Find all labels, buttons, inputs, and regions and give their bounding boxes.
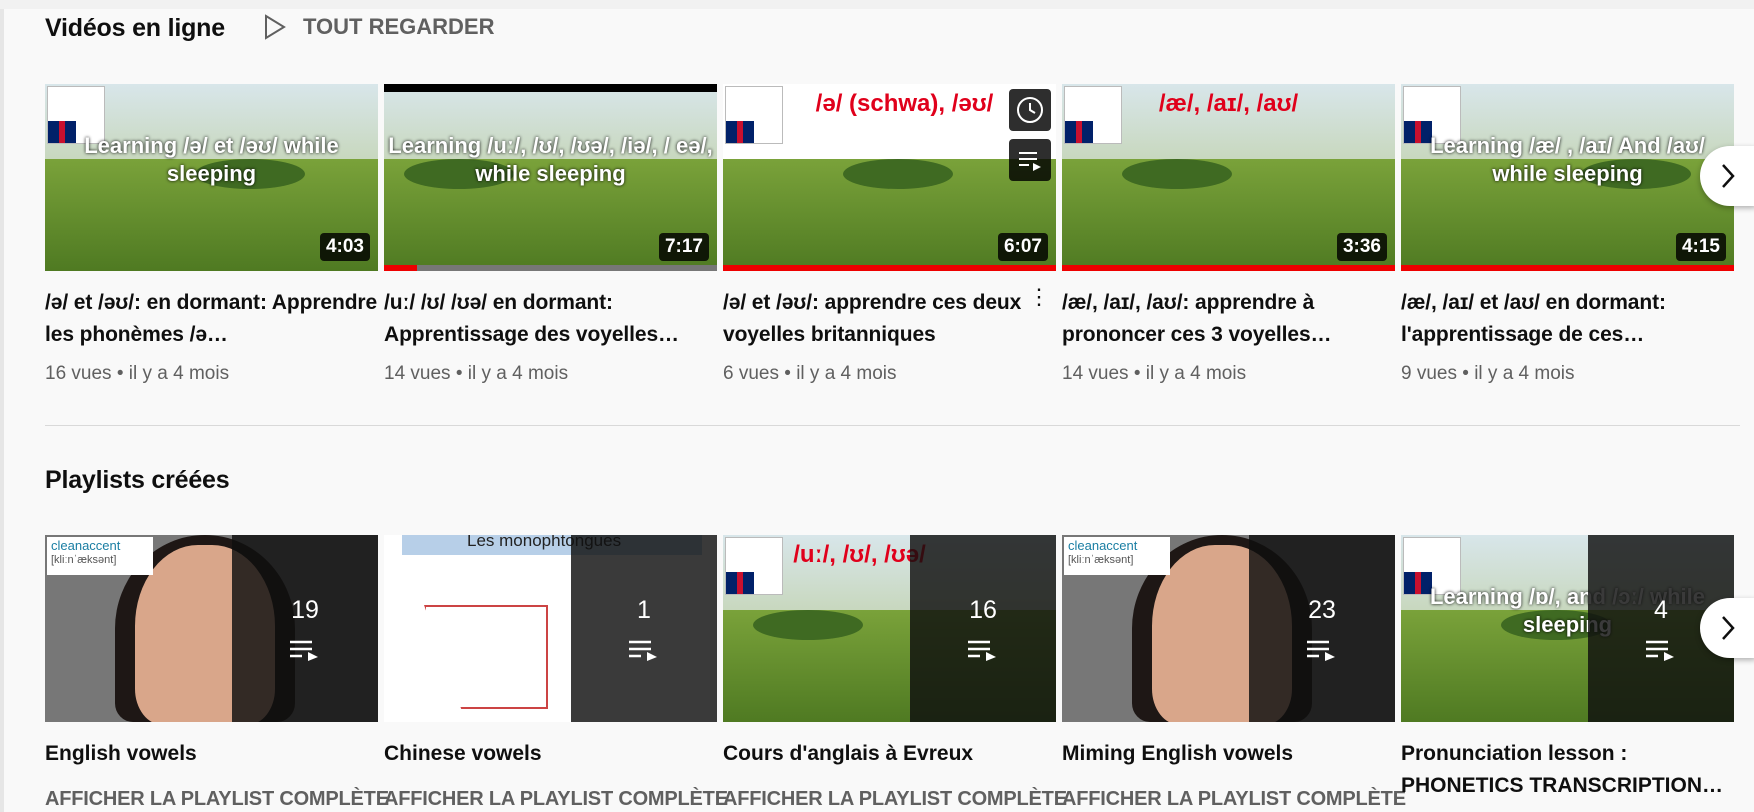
video-meta: 14 vues • il y a 4 mois [1062,363,1247,384]
section-divider [45,425,1740,426]
video-meta: 9 vues • il y a 4 mois [1401,363,1575,384]
playlist-video-count: 4 [1654,596,1668,624]
add-to-queue-button[interactable] [1009,139,1051,181]
watch-progress-bar [1062,265,1395,271]
playlist-play-icon [629,640,657,661]
thumbnail-caption: Learning /æ/ , /aɪ/ And /aʊ/ while sleep… [1430,133,1705,186]
video-title[interactable]: /æ/, /aɪ/, /aʊ/: apprendre à prononcer c… [1062,287,1395,351]
video-meta: 16 vues • il y a 4 mois [45,363,230,384]
playlist-card[interactable]: cleanaccent [kliːnˈæksənt] 19 English vow… [45,535,389,812]
videos-row: Learning /ə/ et /əʊ/ while sleeping 4:03… [45,84,1740,385]
playlist-count-overlay: 23 [1249,535,1395,722]
playlist-video-count: 16 [969,596,997,624]
playlist-thumbnail[interactable]: Les monophtongues 1 [384,535,717,722]
playlists-next-button[interactable] [1700,598,1754,658]
video-thumbnail[interactable]: /æ/, /aɪ/, /aʊ/ 3:36 [1062,84,1395,271]
video-meta: 14 vues • il y a 4 mois [384,363,569,384]
duration-badge: 4:15 [1675,233,1726,261]
video-card[interactable]: Learning /uː/, /ʊ/, /ʊə/, /iə/, / eə/, w… [384,84,717,385]
watch-progress-bar [384,265,717,271]
video-title[interactable]: /uː/ /ʊ/ /ʊə/ en dormant: Apprentissage … [384,287,717,351]
watch-progress-bar [723,265,1056,271]
view-full-playlist-link[interactable]: AFFICHER LA PLAYLIST COMPLÈTE [384,788,728,811]
playlist-thumbnail[interactable]: /uː/, /ʊ/, /ʊə/ 16 [723,535,1056,722]
playlist-play-icon [290,640,318,661]
top-edge [0,0,1754,9]
videos-section-header: Vidéos en ligne [45,14,225,43]
view-full-playlist-link[interactable]: AFFICHER LA PLAYLIST COMPLÈTE [45,788,389,811]
queue-icon [1019,152,1041,171]
duration-badge: 3:36 [1336,233,1387,261]
clock-icon [1017,97,1043,123]
playlists-section-header: Playlists créées [45,466,230,495]
video-card[interactable]: Learning /ə/ et /əʊ/ while sleeping 4:03… [45,84,378,385]
chevron-right-icon [1722,164,1735,188]
kebab-menu-icon[interactable]: ⋮ [1028,284,1050,310]
hover-actions [1009,89,1051,181]
watch-progress-bar [1401,265,1734,271]
play-outline-icon [265,14,286,40]
playlist-video-count: 1 [637,596,651,624]
duration-badge: 7:17 [658,233,709,261]
video-title[interactable]: /æ/, /aɪ/ et /aʊ/ en dormant: l'apprenti… [1401,287,1734,351]
video-thumbnail[interactable]: Learning /uː/, /ʊ/, /ʊə/, /iə/, / eə/, w… [384,84,717,271]
playlist-video-count: 19 [291,596,319,624]
playlist-thumbnail[interactable]: cleanaccent [kliːnˈæksənt] 19 [45,535,378,722]
playlists-row: cleanaccent [kliːnˈæksənt] 19 English vow… [45,535,1740,812]
playlist-card[interactable]: cleanaccent [kliːnˈæksənt] 23 Miming Engl… [1062,535,1406,812]
playlist-card[interactable]: Learning /ɒ/, and /ɔː/ while sleeping 4 … [1401,535,1734,812]
thumbnail-caption: Learning /uː/, /ʊ/, /ʊə/, /iə/, / eə/, w… [388,133,713,186]
playlist-play-icon [968,640,996,661]
duration-badge: 6:07 [997,233,1048,261]
playlist-count-overlay: 19 [232,535,378,722]
playlist-thumbnail[interactable]: cleanaccent [kliːnˈæksənt] 23 [1062,535,1395,722]
video-thumbnail[interactable]: /ə/ (schwa), /əʊ/ 6:07 [723,84,1056,271]
video-card[interactable]: Learning /æ/ , /aɪ/ And /aʊ/ while sleep… [1401,84,1734,385]
video-thumbnail[interactable]: Learning /æ/ , /aɪ/ And /aʊ/ while sleep… [1401,84,1734,271]
playlist-title[interactable]: Pronunciation lesson : PHONETICS TRANSCR… [1401,738,1734,802]
playlists-section-title: Playlists créées [45,466,230,494]
playlist-count-overlay: 1 [571,535,717,722]
left-edge [0,0,4,812]
watch-later-button[interactable] [1009,89,1051,131]
video-meta: 6 vues • il y a 4 mois [723,363,897,384]
playlist-count-overlay: 16 [910,535,1056,722]
playlist-thumbnail[interactable]: Learning /ɒ/, and /ɔː/ while sleeping 4 [1401,535,1734,722]
view-full-playlist-link[interactable]: AFFICHER LA PLAYLIST COMPLÈTE [1062,788,1406,811]
video-card[interactable]: /ə/ (schwa), /əʊ/ 6:07 /ə/ et /əʊ/: appr… [723,84,1056,385]
video-title[interactable]: /ə/ et /əʊ/: en dormant: Apprendre les p… [45,287,378,351]
videos-next-button[interactable] [1700,146,1754,206]
chevron-right-icon [1722,616,1735,640]
playlist-video-count: 23 [1308,596,1336,624]
thumbnail-caption: /ə/ (schwa), /əʊ/ [815,90,994,117]
video-title[interactable]: /ə/ et /əʊ/: apprendre ces deux voyelles… [723,287,1056,351]
playlist-play-icon [1307,640,1335,661]
video-card[interactable]: /æ/, /aɪ/, /aʊ/ 3:36 /æ/, /aɪ/, /aʊ/: ap… [1062,84,1395,385]
view-full-playlist-link[interactable]: AFFICHER LA PLAYLIST COMPLÈTE [723,788,1067,811]
playlist-play-icon [1646,640,1674,661]
duration-badge: 4:03 [319,233,370,261]
playlist-card[interactable]: Les monophtongues 1 Chinese vowels AFFIC… [384,535,728,812]
video-thumbnail[interactable]: Learning /ə/ et /əʊ/ while sleeping 4:03 [45,84,378,271]
play-all-label: TOUT REGARDER [303,14,495,39]
videos-section-title: Vidéos en ligne [45,14,225,42]
play-all-button[interactable]: TOUT REGARDER [263,14,495,40]
thumbnail-caption: /æ/, /aɪ/, /aʊ/ [1158,90,1299,117]
thumbnail-caption: Learning /ə/ et /əʊ/ while sleeping [84,133,339,186]
cleanaccent-logo: cleanaccent [kliːnˈæksənt] [47,537,153,575]
playlist-card[interactable]: /uː/, /ʊ/, /ʊə/ 16 Cours d'anglais à Evr… [723,535,1067,812]
cleanaccent-logo: cleanaccent [kliːnˈæksənt] [1064,537,1170,575]
